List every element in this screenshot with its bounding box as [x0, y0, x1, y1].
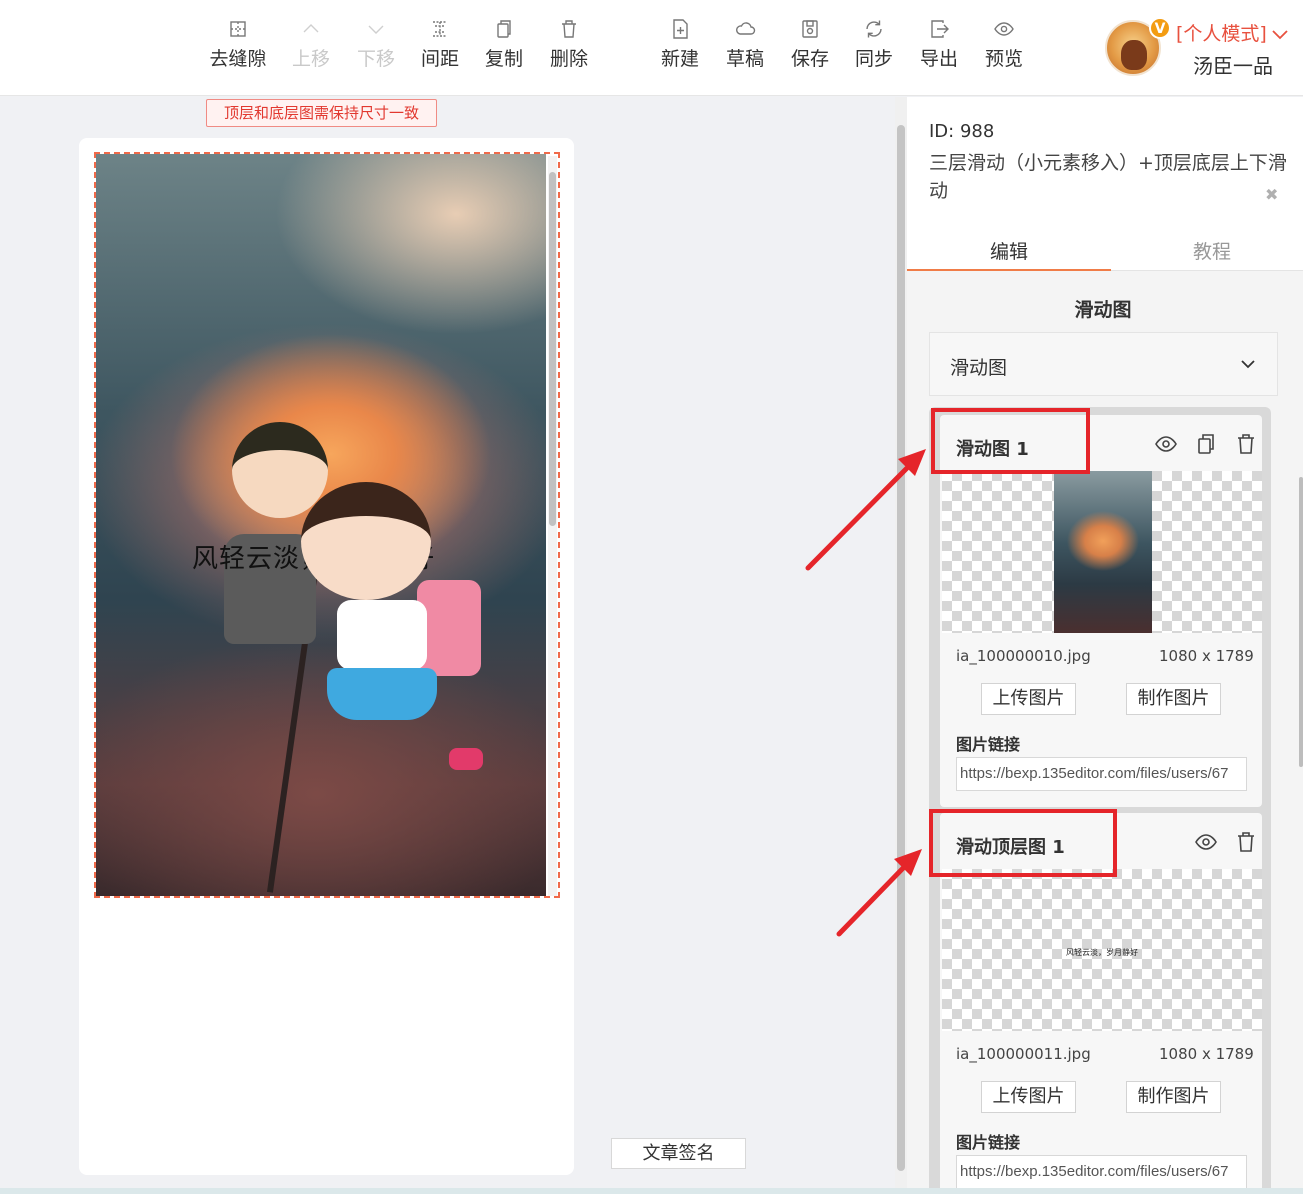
make-image-button[interactable]: 制作图片 — [1126, 683, 1221, 715]
new-button[interactable]: 新建 — [648, 18, 712, 71]
avatar-face — [1121, 40, 1147, 70]
delete-label: 删除 — [549, 48, 588, 70]
image-thumbnail[interactable] — [942, 471, 1262, 633]
cloud-icon — [734, 18, 756, 40]
template-description: 三层滑动（小元素移入）+顶层底层上下滑动 — [929, 152, 1287, 202]
upload-image-button[interactable]: 上传图片 — [981, 1081, 1076, 1113]
sync-button[interactable]: 同步 — [842, 18, 906, 71]
gap-icon — [227, 18, 249, 40]
copy-label: 复制 — [484, 48, 523, 70]
template-id: ID: 988 — [929, 121, 995, 142]
section-title: 滑动图 — [1074, 299, 1132, 321]
girl-illustration — [301, 482, 501, 802]
girl-shoe — [449, 748, 483, 770]
copy-icon — [493, 18, 515, 40]
spacing-icon — [429, 18, 451, 40]
move-up-button[interactable]: 上移 — [279, 18, 343, 71]
move-up-label: 上移 — [291, 48, 330, 70]
annotation-box — [931, 408, 1090, 474]
preview-button[interactable]: 预览 — [972, 18, 1036, 71]
dropdown-label: 滑动图 — [950, 357, 1008, 379]
upload-image-button[interactable]: 上传图片 — [981, 683, 1076, 715]
slide-image-list: 滑动图 1 ia_100000010.jpg 1080 x 1789 上传图片 … — [929, 407, 1271, 1194]
canvas-scrollbar-thumb[interactable] — [897, 125, 905, 1171]
user-name: 汤臣一品 — [1193, 54, 1273, 78]
trash-icon[interactable] — [1234, 432, 1258, 456]
image-link-label: 图片链接 — [956, 1133, 1021, 1152]
new-label: 新建 — [660, 48, 699, 70]
trash-icon — [558, 18, 580, 40]
down-icon — [365, 18, 387, 40]
file-name: ia_100000010.jpg — [956, 647, 1091, 665]
annotation-box — [929, 809, 1117, 877]
copy-icon[interactable] — [1194, 432, 1218, 456]
article-signature-button[interactable]: 文章签名 — [611, 1138, 746, 1169]
file-dimensions: 1080 x 1789 — [1159, 1045, 1254, 1063]
chevron-down-icon — [1272, 29, 1288, 39]
file-name: ia_100000011.jpg — [956, 1045, 1091, 1063]
slide-artwork: 风轻云淡，岁月静好 — [96, 154, 546, 896]
draft-label: 草稿 — [725, 48, 764, 70]
new-file-icon — [669, 18, 691, 40]
draft-button[interactable]: 草稿 — [713, 18, 777, 71]
chevron-down-icon — [1241, 360, 1255, 369]
size-notice: 顶层和底层图需保持尺寸一致 — [206, 99, 437, 127]
slide-image-frame[interactable]: 风轻云淡，岁月静好 — [94, 152, 560, 898]
tab-tutorial[interactable]: 教程 — [1193, 237, 1231, 264]
tab-edit[interactable]: 编辑 — [990, 237, 1028, 264]
trash-icon[interactable] — [1234, 830, 1258, 854]
image-link-input[interactable]: https://bexp.135editor.com/files/users/6… — [956, 757, 1247, 791]
image-thumbnail[interactable]: 风轻云淡，岁月静好 — [942, 869, 1262, 1031]
frame-scrollbar[interactable] — [548, 156, 557, 896]
eye-icon[interactable] — [1154, 432, 1178, 456]
girl-shirt — [337, 600, 427, 670]
sync-label: 同步 — [854, 48, 893, 70]
export-icon — [928, 18, 950, 40]
delete-button[interactable]: 删除 — [537, 18, 601, 71]
remove-gap-button[interactable]: 去缝隙 — [206, 18, 270, 71]
tools-icon[interactable]: ✖ — [1265, 185, 1278, 204]
move-down-button[interactable]: 下移 — [344, 18, 408, 71]
bottom-strip — [0, 1188, 1303, 1194]
preview-label: 预览 — [984, 48, 1023, 70]
canvas-scrollbar[interactable] — [895, 97, 907, 1192]
mode-switcher[interactable]: [个人模式] — [1176, 19, 1289, 46]
image-link-input[interactable]: https://bexp.135editor.com/files/users/6… — [956, 1155, 1247, 1189]
move-down-label: 下移 — [356, 48, 395, 70]
file-dimensions: 1080 x 1789 — [1159, 647, 1254, 665]
image-link-label: 图片链接 — [956, 735, 1021, 754]
active-tab-indicator — [907, 269, 1111, 271]
sync-icon — [863, 18, 885, 40]
eye-icon[interactable] — [1194, 830, 1218, 854]
make-image-button[interactable]: 制作图片 — [1126, 1081, 1221, 1113]
eye-icon — [993, 18, 1015, 40]
vip-badge: V — [1149, 17, 1171, 39]
thumbnail-text: 风轻云淡，岁月静好 — [1066, 948, 1138, 957]
top-toolbar: 去缝隙 上移 下移 间距 复制 删除 新建 草稿 保存 同步 导出 预览 V [… — [0, 0, 1303, 96]
panel-scrollbar[interactable] — [1299, 477, 1303, 767]
girl-skirt — [327, 668, 437, 720]
frame-scrollbar-thumb[interactable] — [549, 172, 556, 526]
up-icon — [300, 18, 322, 40]
save-button[interactable]: 保存 — [778, 18, 842, 71]
panel-tabs: 编辑 教程 — [907, 228, 1303, 271]
mode-label: [个人模式] — [1176, 23, 1267, 45]
remove-gap-label: 去缝隙 — [209, 48, 267, 70]
save-label: 保存 — [790, 48, 829, 70]
spacing-button[interactable]: 间距 — [408, 18, 472, 71]
spacing-label: 间距 — [420, 48, 459, 70]
template-info: ID: 988 三层滑动（小元素移入）+顶层底层上下滑动 ✖ — [907, 97, 1303, 228]
copy-button[interactable]: 复制 — [472, 18, 536, 71]
export-label: 导出 — [919, 48, 958, 70]
slide-type-dropdown[interactable]: 滑动图 — [929, 332, 1278, 396]
export-button[interactable]: 导出 — [907, 18, 971, 71]
flower-thumbnail — [1054, 471, 1152, 633]
save-icon — [799, 18, 821, 40]
settings-panel: ID: 988 三层滑动（小元素移入）+顶层底层上下滑动 ✖ 编辑 教程 滑动图… — [907, 97, 1303, 1194]
girl-head — [301, 482, 431, 600]
